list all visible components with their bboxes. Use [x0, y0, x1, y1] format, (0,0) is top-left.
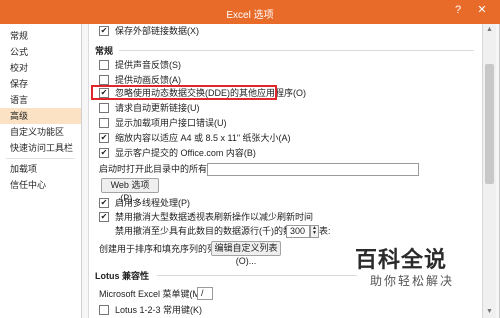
checkbox[interactable] [99, 304, 109, 315]
option-sound-feedback[interactable]: 提供声音反馈(S) [99, 58, 181, 72]
window-title: Excel 选项 [226, 10, 274, 21]
sidebar-item-proofing[interactable]: 校对 [0, 60, 81, 76]
help-button[interactable]: ? [450, 3, 466, 19]
option-label: Lotus 1-2-3 常用键(K) [115, 305, 203, 315]
section-title-lotus: Lotus 兼容性 [95, 271, 149, 281]
sidebar-item-language[interactable]: 语言 [0, 92, 81, 108]
checkbox[interactable] [99, 25, 109, 36]
sidebar-item-customize-ribbon[interactable]: 自定义功能区 [0, 124, 81, 140]
option-label: 提供动画反馈(A) [115, 75, 181, 85]
section-title-general: 常规 [95, 46, 114, 56]
close-button[interactable]: ✕ [474, 3, 490, 19]
option-save-external-links[interactable]: 保存外部链接数据(X) [99, 24, 199, 38]
option-label: 启用多线程处理(P) [115, 198, 190, 208]
option-lotus-navigation-keys[interactable]: Lotus 1-2-3 常用键(K) [99, 303, 202, 317]
startup-folder-input[interactable] [207, 163, 419, 176]
checkbox[interactable] [99, 211, 109, 222]
option-show-addin-errors[interactable]: 显示加载项用户接口错误(U) [99, 116, 227, 130]
checkbox[interactable] [99, 147, 109, 158]
spin-down-icon[interactable]: ▼ [311, 231, 318, 236]
scrollbar-thumb[interactable] [485, 64, 494, 184]
checkbox[interactable] [99, 102, 109, 113]
option-label: 请求自动更新链接(U) [115, 103, 200, 113]
pivot-rows-spinner[interactable]: ▲ ▼ [310, 225, 319, 238]
option-scale-paper[interactable]: 缩放内容以适应 A4 或 8.5 x 11" 纸张大小(A) [99, 131, 291, 145]
option-disable-pivot-undo[interactable]: 禁用撤消大型数据透视表刷新操作以减少刷新时间 [99, 210, 313, 224]
web-options-button[interactable]: Web 选项(P)... [101, 178, 159, 203]
menu-key-label: Microsoft Excel 菜单键(M): [99, 289, 206, 299]
section-divider [119, 50, 474, 51]
sidebar-item-addins[interactable]: 加载项 [0, 161, 81, 177]
checkbox[interactable] [99, 197, 109, 208]
checkbox[interactable] [99, 74, 109, 85]
sidebar-item-formulas[interactable]: 公式 [0, 44, 81, 60]
watermark-slogan: 助你轻松解决 [370, 274, 455, 288]
sidebar-divider [6, 158, 75, 159]
scroll-up-icon[interactable]: ▲ [483, 24, 496, 36]
title-bar: Excel 选项 ? ✕ [0, 0, 500, 24]
menu-key-input[interactable]: / [197, 287, 213, 300]
option-label: 禁用撤消大型数据透视表刷新操作以减少刷新时间 [115, 212, 314, 222]
sidebar-item-quick-access-toolbar[interactable]: 快速访问工具栏 [0, 140, 81, 156]
edit-custom-lists-button[interactable]: 编辑自定义列表(O)... [211, 241, 281, 266]
option-label: 缩放内容以适应 A4 或 8.5 x 11" 纸张大小(A) [115, 133, 291, 143]
section-divider [157, 275, 357, 276]
watermark-logo: 百科全说 [355, 248, 448, 273]
option-label: 保存外部链接数据(X) [115, 26, 199, 36]
option-label: 显示客户提交的 Office.com 内容(B) [115, 148, 256, 158]
option-ask-update-links[interactable]: 请求自动更新链接(U) [99, 101, 200, 115]
scroll-down-icon[interactable]: ▼ [483, 306, 496, 318]
option-label: 提供声音反馈(S) [115, 60, 181, 70]
checkbox[interactable] [99, 132, 109, 143]
pivot-rows-input[interactable]: 300 [286, 225, 310, 238]
sidebar-item-general[interactable]: 常规 [0, 28, 81, 44]
option-label: 显示加载项用户接口错误(U) [115, 118, 227, 128]
sidebar-item-save[interactable]: 保存 [0, 76, 81, 92]
custom-list-label: 创建用于排序和填充序列的列表: [99, 244, 228, 254]
option-office-content[interactable]: 显示客户提交的 Office.com 内容(B) [99, 146, 256, 160]
highlight-box [91, 85, 277, 100]
checkbox[interactable] [99, 59, 109, 70]
checkbox[interactable] [99, 117, 109, 128]
sidebar-item-trust-center[interactable]: 信任中心 [0, 177, 81, 193]
option-multithread[interactable]: 启用多线程处理(P) [99, 196, 190, 210]
sidebar: 常规 公式 校对 保存 语言 高级 自定义功能区 快速访问工具栏 加载项 信任中… [0, 24, 82, 318]
sidebar-item-advanced[interactable]: 高级 [0, 108, 81, 124]
